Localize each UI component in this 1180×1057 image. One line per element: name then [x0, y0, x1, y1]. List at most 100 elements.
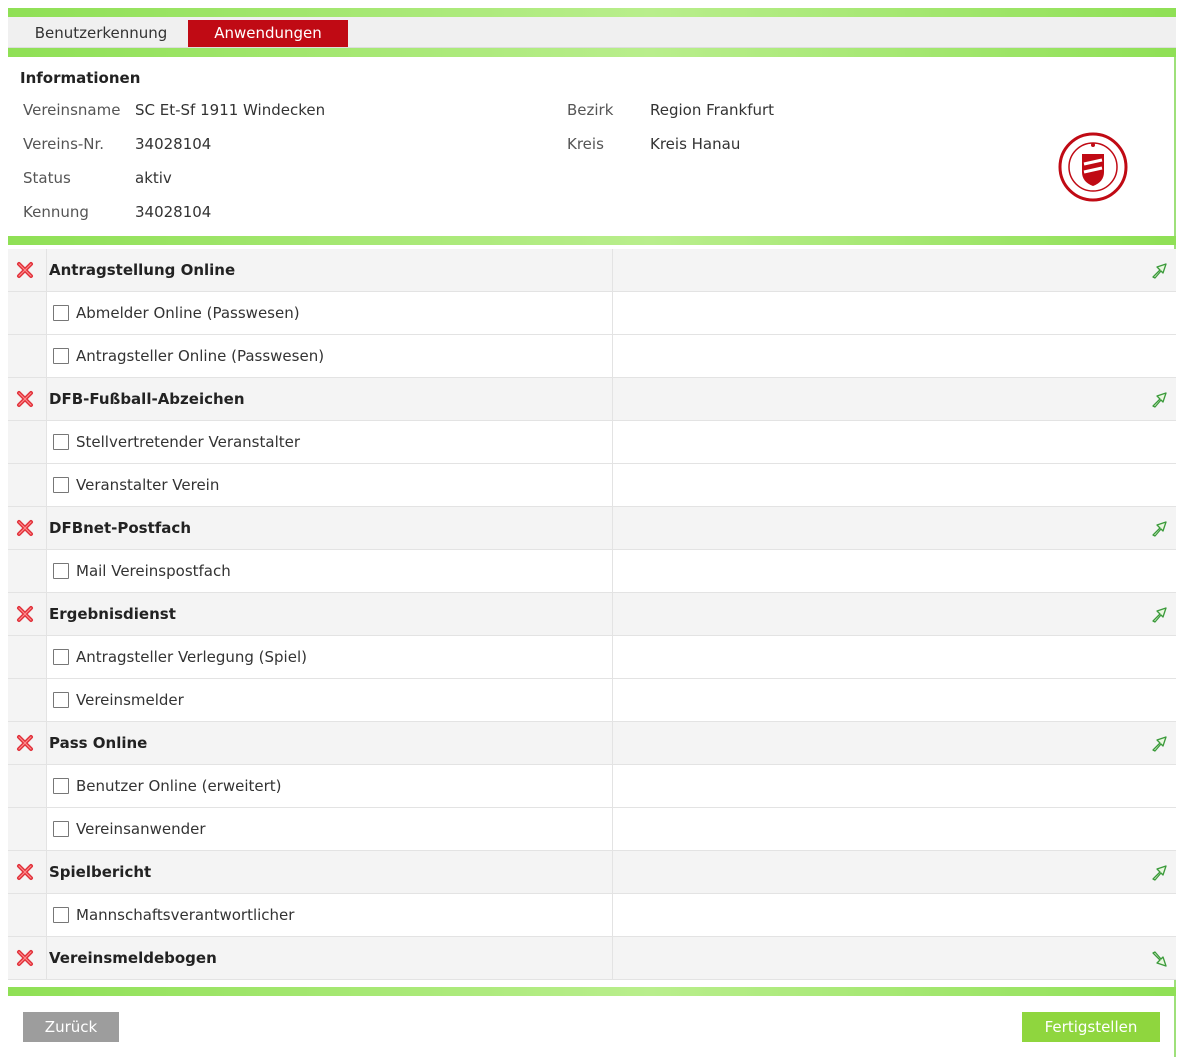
item-checkbox[interactable]: [53, 821, 69, 837]
item-name-cell: Mannschaftsverantwortlicher: [46, 894, 613, 936]
item-checkbox[interactable]: [53, 778, 69, 794]
app-item-row: Stellvertretender Veranstalter: [8, 421, 1176, 464]
status-label: Status: [23, 169, 71, 187]
item-name-cell: Vereinsmelder: [46, 679, 613, 721]
item-name-cell: Antragsteller Verlegung (Spiel): [46, 636, 613, 678]
remove-icon[interactable]: [16, 949, 34, 967]
tab-anwendungen[interactable]: Anwendungen: [188, 20, 348, 47]
bezirk-label: Bezirk: [567, 101, 614, 119]
row-icon-cell: [8, 937, 47, 979]
group-action-cell: [613, 249, 1176, 291]
item-name-cell: Veranstalter Verein: [46, 464, 613, 506]
item-checkbox[interactable]: [53, 649, 69, 665]
app-item-label: Antragsteller Online (Passwesen): [76, 347, 325, 365]
app-group-row: Ergebnisdienst: [8, 593, 1176, 636]
row-blank-cell: [8, 636, 47, 678]
kreis-label: Kreis: [567, 135, 604, 153]
item-checkbox[interactable]: [53, 348, 69, 364]
item-checkbox[interactable]: [53, 563, 69, 579]
group-action-cell: [613, 593, 1176, 635]
app-item-row: Antragsteller Verlegung (Spiel): [8, 636, 1176, 679]
row-blank-cell: [8, 421, 47, 463]
info-green-bar: [8, 236, 1176, 245]
item-name-cell: Mail Vereinspostfach: [46, 550, 613, 592]
expand-arrow-icon[interactable]: [1149, 948, 1171, 970]
status-value: aktiv: [135, 169, 172, 187]
app-item-label: Veranstalter Verein: [76, 476, 220, 494]
tab-bar: Benutzerkennung Anwendungen: [8, 17, 1176, 48]
vereinsname-label: Vereinsname: [23, 101, 121, 119]
group-action-cell: [613, 507, 1176, 549]
remove-icon[interactable]: [16, 519, 34, 537]
item-checkbox[interactable]: [53, 907, 69, 923]
remove-icon[interactable]: [16, 863, 34, 881]
app-item-label: Vereinsanwender: [76, 820, 206, 838]
info-title: Informationen: [20, 69, 141, 87]
item-name-cell: Antragsteller Online (Passwesen): [46, 335, 613, 377]
group-action-cell: [613, 722, 1176, 764]
item-value-cell: [613, 679, 1176, 721]
item-checkbox[interactable]: [53, 305, 69, 321]
vereinsnr-value: 34028104: [135, 135, 212, 153]
collapse-arrow-icon[interactable]: [1149, 518, 1171, 540]
kreis-value: Kreis Hanau: [650, 135, 741, 153]
item-name-cell: Stellvertretender Veranstalter: [46, 421, 613, 463]
row-blank-cell: [8, 464, 47, 506]
row-blank-cell: [8, 765, 47, 807]
group-name-cell: Ergebnisdienst: [46, 593, 613, 635]
app-item-row: Veranstalter Verein: [8, 464, 1176, 507]
app-item-row: Mail Vereinspostfach: [8, 550, 1176, 593]
item-checkbox[interactable]: [53, 434, 69, 450]
app-item-label: Mail Vereinspostfach: [76, 562, 231, 580]
app-item-row: Vereinsmelder: [8, 679, 1176, 722]
app-group-name: Vereinsmeldebogen: [49, 949, 217, 967]
remove-icon[interactable]: [16, 734, 34, 752]
top-green-bar: [8, 8, 1176, 17]
app-group-name: Ergebnisdienst: [49, 605, 176, 623]
app-item-row: Antragsteller Online (Passwesen): [8, 335, 1176, 378]
item-value-cell: [613, 292, 1176, 334]
row-icon-cell: [8, 722, 47, 764]
row-icon-cell: [8, 249, 47, 291]
tab-benutzerkennung[interactable]: Benutzerkennung: [16, 20, 186, 47]
group-name-cell: Pass Online: [46, 722, 613, 764]
group-action-cell: [613, 851, 1176, 893]
collapse-arrow-icon[interactable]: [1149, 260, 1171, 282]
app-item-label: Benutzer Online (erweitert): [76, 777, 282, 795]
row-blank-cell: [8, 894, 47, 936]
collapse-arrow-icon[interactable]: [1149, 733, 1171, 755]
vereinsnr-label: Vereins-Nr.: [23, 135, 105, 153]
bezirk-value: Region Frankfurt: [650, 101, 775, 119]
app-group-row: DFBnet-Postfach: [8, 507, 1176, 550]
item-checkbox[interactable]: [53, 477, 69, 493]
club-logo: [1058, 132, 1128, 202]
remove-icon[interactable]: [16, 390, 34, 408]
app-group-name: Antragstellung Online: [49, 261, 236, 279]
app-item-row: Mannschaftsverantwortlicher: [8, 894, 1176, 937]
group-name-cell: Spielbericht: [46, 851, 613, 893]
back-button[interactable]: Zurück: [23, 1012, 119, 1042]
row-icon-cell: [8, 507, 47, 549]
item-checkbox[interactable]: [53, 692, 69, 708]
tab-green-bar: [8, 48, 1176, 57]
bottom-green-bar: [8, 987, 1176, 996]
remove-icon[interactable]: [16, 605, 34, 623]
group-action-cell: [613, 378, 1176, 420]
app-group-row: DFB-Fußball-Abzeichen: [8, 378, 1176, 421]
finish-button[interactable]: Fertigstellen: [1022, 1012, 1160, 1042]
applications-table: Antragstellung Online Abmelder Online (Pa…: [8, 249, 1176, 980]
app-item-row: Benutzer Online (erweitert): [8, 765, 1176, 808]
row-icon-cell: [8, 851, 47, 893]
row-icon-cell: [8, 378, 47, 420]
kennung-value: 34028104: [135, 203, 212, 221]
app-item-row: Abmelder Online (Passwesen): [8, 292, 1176, 335]
collapse-arrow-icon[interactable]: [1149, 389, 1171, 411]
row-blank-cell: [8, 808, 47, 850]
app-group-name: Pass Online: [49, 734, 148, 752]
collapse-arrow-icon[interactable]: [1149, 862, 1171, 884]
collapse-arrow-icon[interactable]: [1149, 604, 1171, 626]
app-item-label: Vereinsmelder: [76, 691, 184, 709]
remove-icon[interactable]: [16, 261, 34, 279]
item-value-cell: [613, 421, 1176, 463]
app-item-row: Vereinsanwender: [8, 808, 1176, 851]
